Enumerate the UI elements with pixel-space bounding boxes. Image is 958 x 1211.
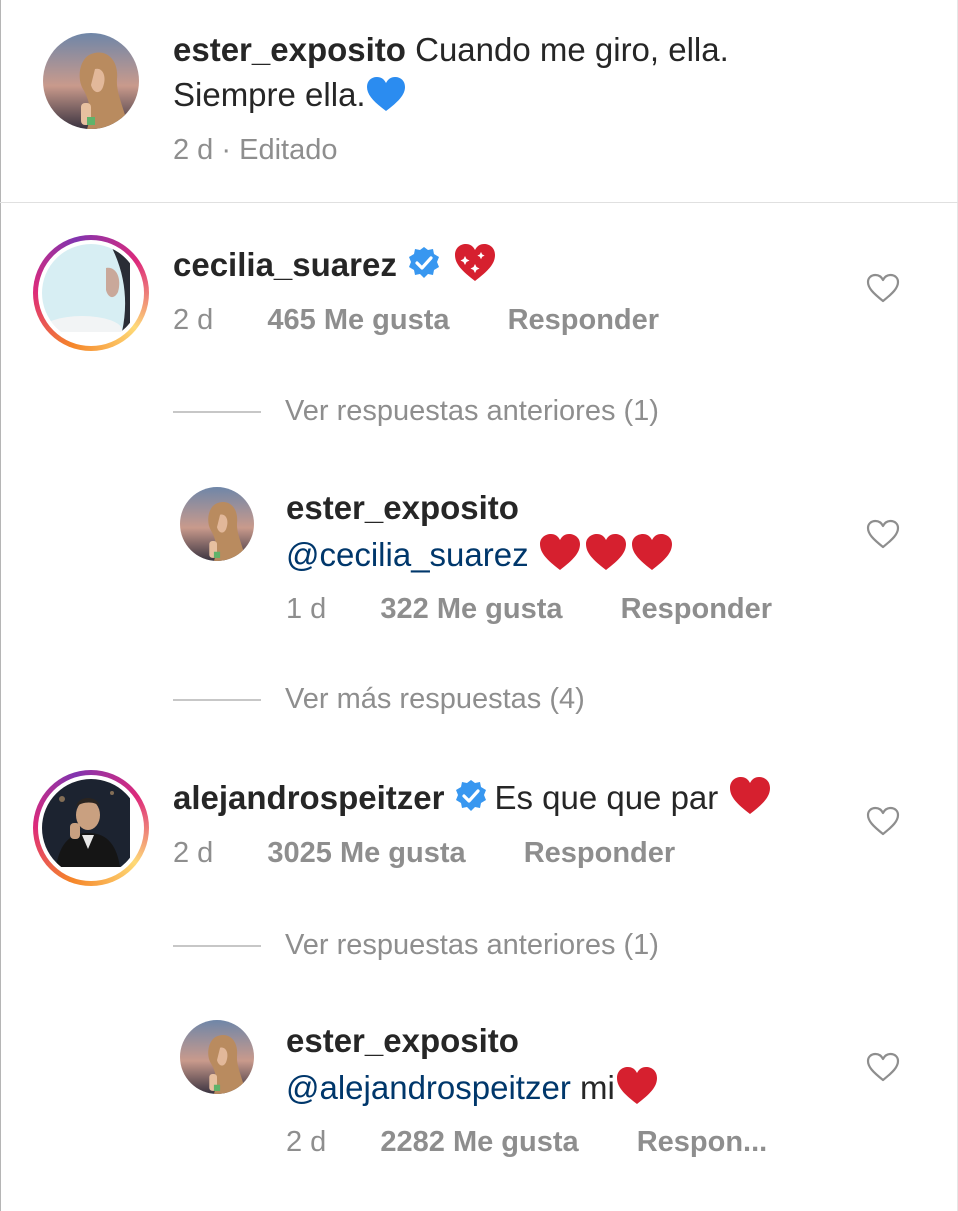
view-previous-replies-label: Ver respuestas anteriores (1) <box>285 929 659 961</box>
thread-line <box>173 698 261 701</box>
comment-line: alejandrospeitzer Es que que par <box>173 775 772 825</box>
likes-count[interactable]: 2282 Me gusta <box>380 1126 578 1158</box>
reply-username-line: ester_exposito <box>286 487 519 529</box>
like-heart-icon[interactable] <box>866 519 900 549</box>
reply-time: 2 d <box>286 1126 327 1158</box>
like-heart-icon[interactable] <box>866 273 900 303</box>
avatar <box>42 779 140 877</box>
caption-line-1: ester_exposito Cuando me giro, ella. <box>173 29 729 71</box>
comment-meta: 2 d 465 Me gusta Responder <box>173 304 659 337</box>
mention-link[interactable]: @cecilia_suarez <box>286 536 529 573</box>
likes-count[interactable]: 3025 Me gusta <box>267 837 465 869</box>
red-heart-icon <box>728 775 772 825</box>
view-previous-replies[interactable]: Ver respuestas anteriores (1) <box>173 929 659 962</box>
view-previous-replies-label: Ver respuestas anteriores (1) <box>285 395 659 427</box>
comment-time: 2 d <box>173 304 214 336</box>
avatar[interactable] <box>43 33 139 129</box>
avatar[interactable] <box>180 487 254 561</box>
caption-line-2: Siempre ella. <box>173 74 406 122</box>
view-previous-replies[interactable]: Ver respuestas anteriores (1) <box>173 395 659 428</box>
reply-text-line: @cecilia_suarez <box>286 532 674 582</box>
reply-username[interactable]: ester_exposito <box>286 1022 519 1059</box>
caption-meta: 2 d · Editado <box>173 134 337 167</box>
comment-username[interactable]: alejandrospeitzer <box>173 779 444 816</box>
thread-line <box>173 944 261 947</box>
reply-text-line: @alejandrospeitzer mi <box>286 1065 659 1115</box>
reply-button[interactable]: Responder <box>524 837 675 869</box>
caption-divider <box>0 202 958 203</box>
reply-button[interactable]: Responder <box>621 593 772 625</box>
story-ring[interactable] <box>33 770 149 886</box>
avatar <box>42 244 140 342</box>
likes-count[interactable]: 322 Me gusta <box>380 593 562 625</box>
comment-time: 2 d <box>173 837 214 869</box>
reply-time: 1 d <box>286 593 327 625</box>
reply-username-line: ester_exposito <box>286 1020 519 1062</box>
view-more-replies[interactable]: Ver más respuestas (4) <box>173 683 585 716</box>
reply-meta: 2 d 2282 Me gusta Respon... <box>286 1126 767 1159</box>
thread-line <box>173 410 261 413</box>
caption-separator: · <box>221 134 232 166</box>
view-more-replies-label: Ver más respuestas (4) <box>285 683 585 715</box>
reply-text: mi <box>580 1069 615 1106</box>
caption-edited[interactable]: Editado <box>239 134 337 166</box>
reply-username[interactable]: ester_exposito <box>286 489 519 526</box>
comment-username[interactable]: cecilia_suarez <box>173 246 397 283</box>
caption-text: Cuando me giro, ella. <box>415 31 729 68</box>
avatar[interactable] <box>180 1020 254 1094</box>
sparkling-heart-icon <box>453 242 497 292</box>
blue-heart-icon <box>366 76 406 122</box>
verified-badge-icon <box>407 246 441 290</box>
caption-username[interactable]: ester_exposito <box>173 31 406 68</box>
reply-meta: 1 d 322 Me gusta Responder <box>286 593 772 626</box>
reply-button[interactable]: Respon... <box>637 1126 768 1158</box>
left-border <box>0 0 1 1211</box>
red-heart-icon <box>615 1065 659 1115</box>
caption-text-2: Siempre ella. <box>173 76 366 113</box>
verified-badge-icon <box>454 779 488 823</box>
three-red-hearts-icon <box>538 532 674 582</box>
like-heart-icon[interactable] <box>866 806 900 836</box>
comment-text: Es que que par <box>494 779 719 816</box>
like-heart-icon[interactable] <box>866 1052 900 1082</box>
comment-meta: 2 d 3025 Me gusta Responder <box>173 837 675 870</box>
caption-time: 2 d <box>173 134 214 166</box>
story-ring[interactable] <box>33 235 149 351</box>
comment-line: cecilia_suarez <box>173 242 497 292</box>
reply-button[interactable]: Responder <box>508 304 659 336</box>
likes-count[interactable]: 465 Me gusta <box>267 304 449 336</box>
mention-link[interactable]: @alejandrospeitzer <box>286 1069 571 1106</box>
